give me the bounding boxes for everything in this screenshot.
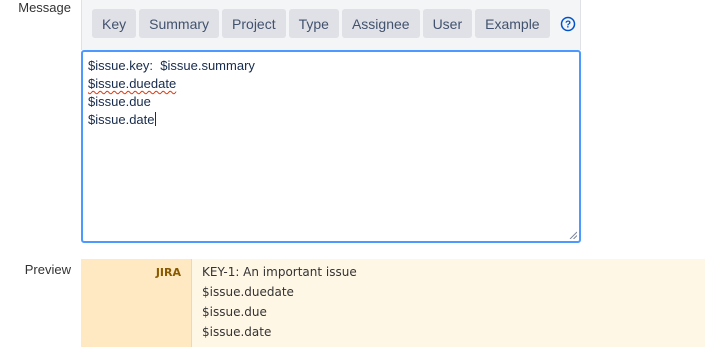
preview-label: Preview — [24, 262, 71, 277]
text-caret — [154, 112, 156, 126]
message-settings: Message Key Summary Project Type Assigne… — [0, 0, 705, 347]
preview-body: KEY-1: An important issue $issue.duedate… — [192, 259, 705, 347]
message-textarea[interactable]: $issue.key: $issue.summary $issue.duedat… — [81, 50, 581, 243]
svg-text:?: ? — [565, 20, 571, 31]
tab-example[interactable]: Example — [475, 9, 550, 38]
question-circle-icon[interactable]: ? — [560, 16, 576, 32]
resize-grip-icon[interactable] — [569, 231, 577, 239]
tab-key[interactable]: Key — [92, 9, 137, 38]
preview-line: $issue.date — [202, 325, 272, 339]
tab-type[interactable]: Type — [288, 9, 339, 38]
tab-project[interactable]: Project — [222, 9, 286, 38]
tab-user[interactable]: User — [422, 9, 473, 38]
editor-line-current: $issue.date — [88, 111, 574, 129]
message-label: Message — [18, 0, 71, 15]
editor-line: $issue.key: $issue.summary — [88, 58, 255, 73]
tab-assignee[interactable]: Assignee — [341, 9, 420, 38]
variable-tabs: Key Summary Project Type Assignee User E… — [92, 9, 550, 38]
editor-line: $issue.duedate — [88, 75, 574, 93]
tab-summary[interactable]: Summary — [139, 9, 220, 38]
message-preview: JIRA KEY-1: An important issue $issue.du… — [81, 259, 705, 347]
preview-line: $issue.duedate — [202, 285, 294, 299]
editor-line: $issue.due — [88, 94, 151, 109]
preview-line: KEY-1: An important issue — [202, 265, 357, 279]
editor-line-text: $issue.date — [88, 112, 155, 127]
spellcheck-underlined-text: $issue.duedate — [88, 76, 177, 91]
preview-sender: JIRA — [81, 259, 192, 347]
preview-line: $issue.due — [202, 305, 267, 319]
